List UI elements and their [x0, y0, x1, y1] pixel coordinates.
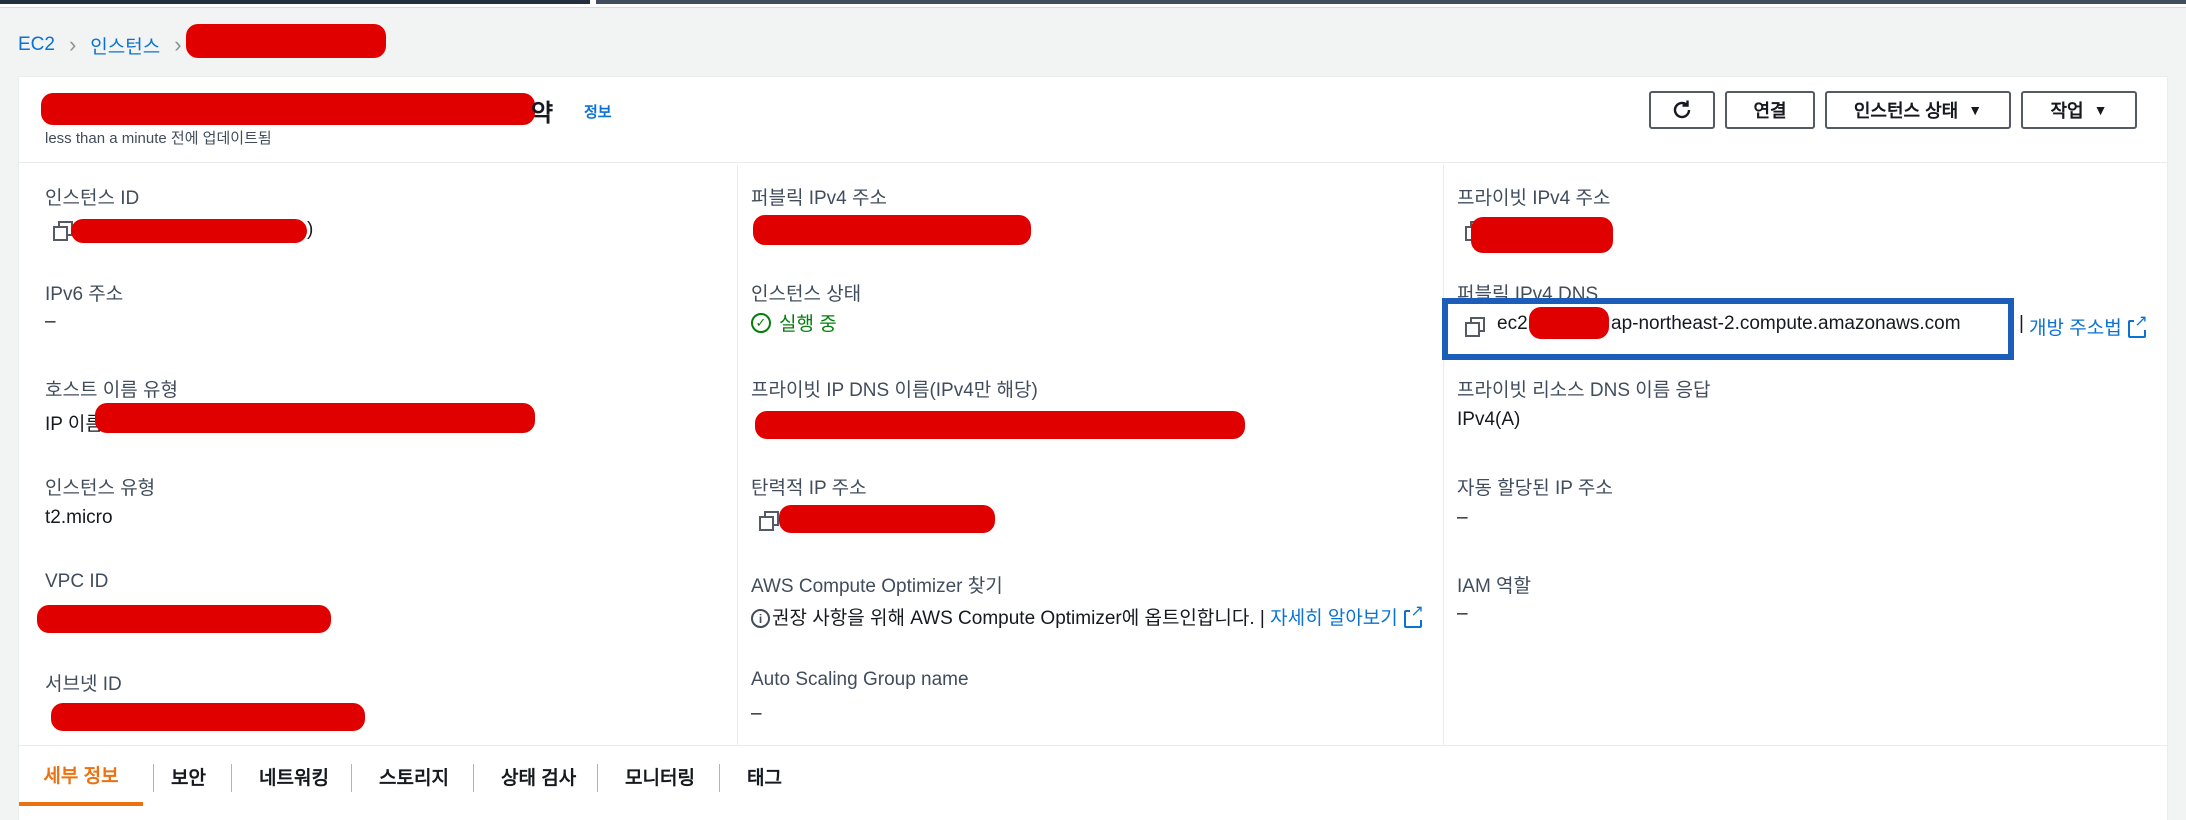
redacted-elastic-ip	[779, 505, 995, 533]
redacted-private-ipv4	[1471, 217, 1613, 253]
details-tabs: 세부 정보 보안 네트워킹 스토리지 상태 검사 모니터링 태그	[19, 745, 2167, 820]
open-address-label: 개방 주소법	[2029, 318, 2122, 339]
redacted-breadcrumb-instance	[186, 24, 386, 58]
caret-down-icon: ▼	[2093, 102, 2108, 118]
instance-state-status: ✓ 실행 중	[751, 309, 837, 336]
instance-id-tail: )	[307, 219, 314, 240]
tab-separator	[153, 764, 154, 792]
refresh-icon	[1673, 100, 1691, 119]
tab-separator	[597, 764, 598, 792]
redacted-hostname	[95, 403, 535, 433]
instance-type-value: t2.micro	[45, 507, 113, 528]
tab-separator	[351, 764, 352, 792]
auto-ip-label: 자동 할당된 IP 주소	[1457, 478, 1613, 499]
instance-summary-panel: 약 정보 less than a minute 전에 업데이트됨 연결 인스턴스…	[18, 76, 2168, 820]
last-updated-text: less than a minute 전에 업데이트됨	[45, 130, 272, 147]
redacted-private-dns	[755, 411, 1245, 439]
instance-state-field-label: 인스턴스 상태	[751, 284, 862, 305]
top-nav-segment	[596, 0, 2186, 4]
tab-security[interactable]: 보안	[171, 746, 206, 806]
info-icon: i	[751, 609, 770, 629]
instance-state-dropdown[interactable]: 인스턴스 상태 ▼	[1825, 91, 2011, 129]
subnet-id-label: 서브넷 ID	[45, 674, 122, 695]
instance-state-label: 인스턴스 상태	[1853, 101, 1959, 121]
refresh-button[interactable]	[1649, 91, 1715, 129]
actions-dropdown[interactable]: 작업 ▼	[2021, 91, 2137, 129]
elastic-ip-label: 탄력적 IP 주소	[751, 478, 867, 499]
auto-ip-value: –	[1457, 507, 1468, 528]
tab-monitoring[interactable]: 모니터링	[625, 746, 695, 806]
optimizer-message: 권장 사항을 위해 AWS Compute Optimizer에 옵트인합니다.…	[772, 608, 1265, 629]
info-link[interactable]: 정보	[584, 101, 612, 122]
copy-icon[interactable]	[53, 221, 73, 241]
asg-value: –	[751, 703, 762, 724]
private-resource-dns-value: IPv4(A)	[1457, 409, 1521, 430]
public-dns-highlight	[1442, 298, 2014, 360]
copy-icon[interactable]	[759, 511, 779, 531]
private-resource-dns-label: 프라이빗 리소스 DNS 이름 응답	[1457, 380, 1711, 401]
public-ipv4-label: 퍼블릭 IPv4 주소	[751, 188, 887, 209]
learn-more-link[interactable]: 자세히 알아보기	[1270, 608, 1398, 629]
top-nav-segment	[0, 0, 590, 4]
tab-separator	[719, 764, 720, 792]
caret-down-icon: ▼	[1968, 102, 1983, 118]
redacted-public-ipv4	[753, 215, 1031, 245]
open-address-link[interactable]: 개방 주소법	[2029, 313, 2148, 340]
ipv6-value: –	[45, 311, 56, 332]
redacted-subnet-id	[51, 703, 365, 731]
hostname-type-label: 호스트 이름 유형	[45, 380, 178, 401]
iam-role-label: IAM 역할	[1457, 576, 1532, 597]
chevron-right-icon: ›	[174, 32, 182, 57]
breadcrumb-instances[interactable]: 인스턴스	[90, 32, 160, 59]
instance-id-label: 인스턴스 ID	[45, 188, 140, 209]
redacted-vpc-id	[37, 605, 331, 633]
instance-state-value: 실행 중	[779, 314, 837, 335]
actions-label: 작업	[2050, 101, 2084, 121]
public-dns-separator: |	[2019, 313, 2024, 334]
tab-status-checks[interactable]: 상태 검사	[501, 746, 576, 806]
tab-networking[interactable]: 네트워킹	[259, 746, 329, 806]
tab-separator	[473, 764, 474, 792]
private-dns-label: 프라이빗 IP DNS 이름(IPv4만 해당)	[751, 380, 1038, 401]
optimizer-text: i 권장 사항을 위해 AWS Compute Optimizer에 옵트인합니다…	[751, 603, 1424, 630]
ipv6-label: IPv6 주소	[45, 284, 124, 305]
check-circle-icon: ✓	[751, 312, 771, 333]
breadcrumb-ec2[interactable]: EC2	[18, 34, 55, 56]
redacted-instance-title	[41, 93, 535, 125]
external-link-icon	[1403, 603, 1424, 628]
tab-tags[interactable]: 태그	[747, 746, 782, 806]
breadcrumb: EC2 › 인스턴스 ›	[18, 30, 196, 60]
private-ipv4-label: 프라이빗 IPv4 주소	[1457, 188, 1611, 209]
tab-storage[interactable]: 스토리지	[379, 746, 449, 806]
page-title-suffix: 약	[531, 100, 554, 127]
panel-header: 약 정보 less than a minute 전에 업데이트됨 연결 인스턴스…	[19, 77, 2167, 163]
tab-details[interactable]: 세부 정보	[19, 746, 143, 806]
instance-type-label: 인스턴스 유형	[45, 478, 156, 499]
column-divider	[737, 165, 738, 745]
asg-label: Auto Scaling Group name	[751, 669, 969, 690]
connect-button-label: 연결	[1753, 101, 1787, 121]
connect-button[interactable]: 연결	[1725, 91, 1815, 129]
redacted-instance-id	[71, 219, 307, 243]
optimizer-label: AWS Compute Optimizer 찾기	[751, 576, 1003, 597]
vpc-id-label: VPC ID	[45, 571, 109, 592]
iam-role-value: –	[1457, 603, 1468, 624]
external-link-icon	[2127, 313, 2148, 338]
tab-separator	[231, 764, 232, 792]
chevron-right-icon: ›	[68, 32, 77, 57]
column-divider	[1443, 165, 1444, 745]
top-navigation-strip	[0, 0, 2186, 8]
